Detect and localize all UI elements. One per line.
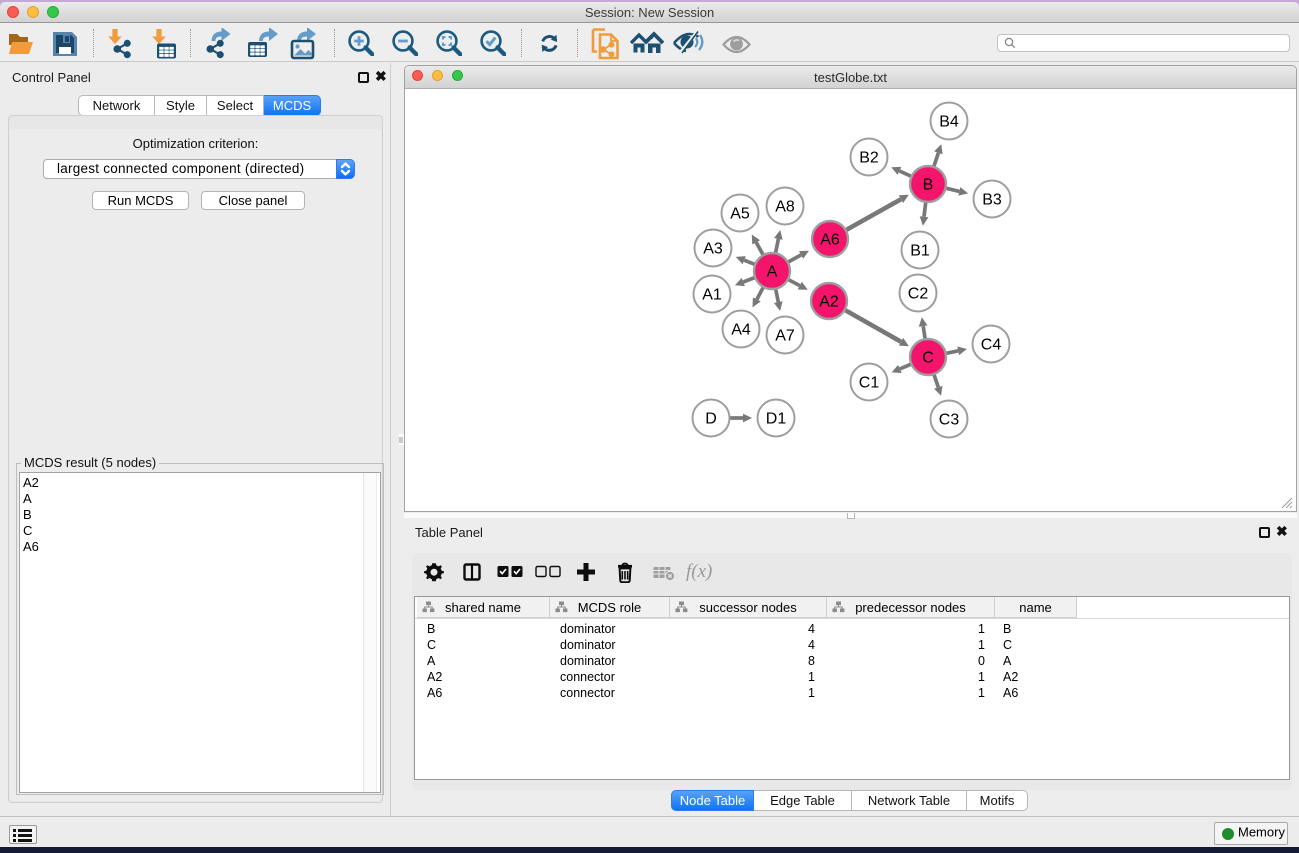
svg-text:A3: A3 (703, 241, 723, 258)
svg-text:B1: B1 (910, 243, 930, 260)
svg-text:C3: C3 (939, 412, 960, 429)
svg-text:A: A (767, 264, 778, 281)
svg-text:C2: C2 (908, 286, 929, 303)
svg-text:B2: B2 (859, 150, 879, 167)
svg-text:A8: A8 (775, 199, 795, 216)
svg-text:C1: C1 (859, 375, 880, 392)
svg-text:B: B (923, 177, 934, 194)
svg-text:D: D (705, 411, 717, 428)
svg-text:B4: B4 (939, 114, 959, 131)
svg-text:C4: C4 (981, 337, 1002, 354)
svg-text:B3: B3 (982, 192, 1002, 209)
svg-text:A1: A1 (702, 287, 722, 304)
svg-text:A7: A7 (775, 328, 795, 345)
svg-text:A5: A5 (730, 206, 750, 223)
svg-text:C: C (922, 350, 934, 367)
svg-text:A6: A6 (820, 232, 840, 249)
svg-text:A2: A2 (819, 294, 839, 311)
svg-text:D1: D1 (766, 411, 787, 428)
svg-text:A4: A4 (731, 322, 751, 339)
